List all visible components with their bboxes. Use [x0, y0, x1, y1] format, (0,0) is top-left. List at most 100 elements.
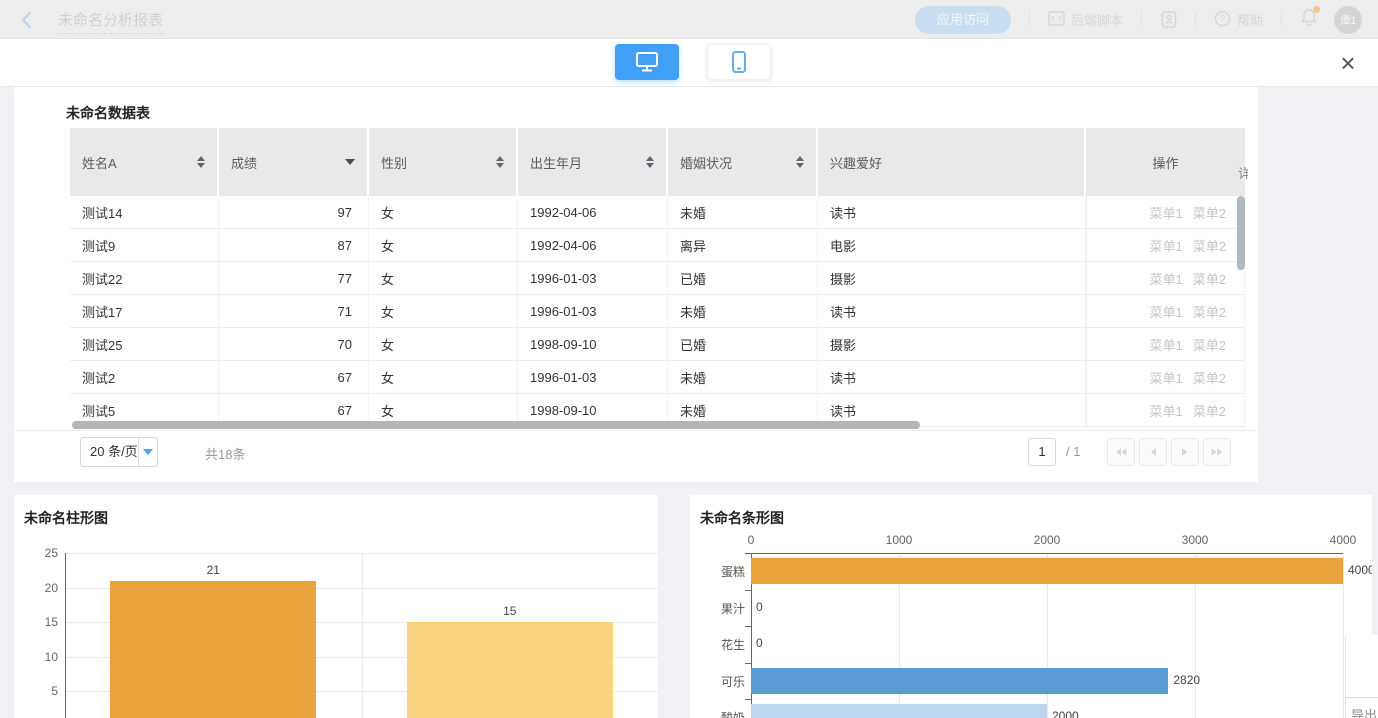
- sort-icon[interactable]: [646, 156, 654, 168]
- row-action-link[interactable]: 菜单1: [1150, 203, 1183, 222]
- row-action-link[interactable]: 菜单1: [1150, 368, 1183, 387]
- row-action-link[interactable]: 菜单2: [1193, 368, 1226, 387]
- vertical-scrollbar[interactable]: [1237, 196, 1245, 270]
- bar-value-label: 2820: [1173, 673, 1200, 687]
- desktop-icon: [635, 51, 659, 73]
- table-title: 未命名数据表: [66, 103, 150, 123]
- cell-birth: 1996-01-03: [518, 295, 668, 327]
- cell-name: 测试9: [70, 229, 219, 261]
- topbar: 未命名分析报表 应用访问 后端脚本 ?: [0, 0, 1378, 39]
- cell-hobby: 读书: [818, 196, 1086, 228]
- notifications-button[interactable]: [1300, 8, 1318, 32]
- row-action-link[interactable]: 菜单2: [1193, 236, 1226, 255]
- sort-icon[interactable]: [197, 156, 205, 168]
- axis-tick: [745, 626, 751, 627]
- first-page-button[interactable]: [1107, 438, 1135, 466]
- column-header[interactable]: 婚姻状况: [668, 128, 818, 196]
- back-icon[interactable]: [18, 10, 38, 30]
- y-tick-label: 10: [28, 650, 58, 664]
- x-tick-label: 4000: [1323, 533, 1363, 547]
- page-number-input[interactable]: 1: [1028, 438, 1056, 466]
- cell-score: 70: [219, 328, 369, 360]
- h-bar[interactable]: [751, 704, 1047, 718]
- sort-icon[interactable]: [796, 156, 804, 168]
- h-bar[interactable]: [751, 558, 1343, 584]
- cell-marital: 已婚: [668, 328, 818, 360]
- bar-value-label: 4000: [1348, 563, 1372, 577]
- column-header[interactable]: 姓名A: [70, 128, 219, 196]
- bar-value-label: 0: [756, 636, 763, 650]
- gridline: [1343, 553, 1344, 718]
- desktop-view-button[interactable]: [615, 44, 679, 80]
- x-tick-label: 2000: [1027, 533, 1067, 547]
- row-action-link[interactable]: 菜单2: [1193, 335, 1226, 354]
- divider: [1029, 12, 1030, 27]
- next-page-button[interactable]: [1171, 438, 1199, 466]
- row-action-link[interactable]: 菜单1: [1150, 236, 1183, 255]
- cell-marital: 未婚: [668, 361, 818, 393]
- cell-name: 测试14: [70, 196, 219, 228]
- y-tick-label: 5: [28, 684, 58, 698]
- pagination-bar: 20 条/页 共18条 1 / 1: [14, 430, 1258, 472]
- page-size-select[interactable]: 20 条/页: [80, 437, 158, 467]
- mobile-view-button[interactable]: [707, 44, 771, 80]
- horizontal-scrollbar[interactable]: [72, 421, 920, 429]
- sort-desc-icon[interactable]: [345, 159, 355, 165]
- row-action-link[interactable]: 菜单2: [1193, 401, 1226, 420]
- column-header-label: 婚姻状况: [680, 153, 732, 172]
- h-bar[interactable]: [751, 668, 1168, 694]
- close-icon[interactable]: ×: [1332, 47, 1364, 79]
- help-button[interactable]: ? 帮助: [1214, 10, 1263, 30]
- row-action-link[interactable]: 菜单2: [1193, 203, 1226, 222]
- column-bar[interactable]: [110, 581, 316, 718]
- sort-icon[interactable]: [496, 156, 504, 168]
- cell-score: 87: [219, 229, 369, 261]
- cell-name: 测试2: [70, 361, 219, 393]
- column-header[interactable]: 兴趣爱好: [818, 128, 1086, 196]
- report-title[interactable]: 未命名分析报表: [58, 9, 163, 34]
- category-label: 蛋糕: [698, 563, 745, 580]
- table-body: 测试1497女1992-04-06未婚读书菜单1菜单2测试987女1992-04…: [70, 196, 1245, 427]
- app-access-button[interactable]: 应用访问: [915, 6, 1011, 34]
- cell-marital: 未婚: [668, 196, 818, 228]
- cell-name: 测试22: [70, 262, 219, 294]
- cell-birth: 1996-01-03: [518, 361, 668, 393]
- axis-tick: [745, 663, 751, 664]
- row-action-link[interactable]: 菜单2: [1193, 302, 1226, 321]
- code-icon: [1048, 11, 1065, 29]
- mobile-icon: [730, 50, 748, 74]
- table-row: 测试987女1992-04-06离异电影菜单1菜单2: [70, 229, 1245, 262]
- cell-birth: 1992-04-06: [518, 229, 668, 261]
- cell-actions: 菜单1 菜单2: [1086, 229, 1245, 261]
- cell-hobby: 读书: [818, 295, 1086, 327]
- row-action-link[interactable]: 菜单1: [1150, 302, 1183, 321]
- bar-value-label: 21: [110, 563, 316, 577]
- bar-chart-widget: 未命名条形图 01000200030004000蛋糕4000果汁0花生0可乐28…: [690, 495, 1372, 718]
- divider: [1195, 12, 1196, 27]
- column-header[interactable]: 操作: [1086, 128, 1245, 196]
- column-header[interactable]: 出生年月: [518, 128, 668, 196]
- row-action-link[interactable]: 菜单2: [1193, 269, 1226, 288]
- notification-dot: [1313, 6, 1320, 13]
- column-header-label: 性别: [381, 153, 407, 172]
- category-label: 花生: [698, 636, 745, 653]
- cell-gender: 女: [369, 229, 518, 261]
- column-header[interactable]: 成绩: [219, 128, 369, 196]
- cell-score: 77: [219, 262, 369, 294]
- row-action-link[interactable]: 菜单1: [1150, 269, 1183, 288]
- x-axis-line: [745, 553, 1343, 554]
- cell-actions: 菜单1 菜单2: [1086, 328, 1245, 360]
- category-label: 果汁: [698, 600, 745, 617]
- column-header[interactable]: 性别: [369, 128, 518, 196]
- first-page-icon: [1115, 447, 1127, 457]
- backend-script-button[interactable]: 后端脚本: [1048, 10, 1123, 29]
- last-page-button[interactable]: [1203, 438, 1231, 466]
- cell-gender: 女: [369, 361, 518, 393]
- avatar[interactable]: 谭1: [1334, 6, 1362, 34]
- row-action-link[interactable]: 菜单1: [1150, 335, 1183, 354]
- contacts-icon[interactable]: [1160, 11, 1177, 28]
- column-bar[interactable]: [407, 622, 613, 718]
- row-action-link[interactable]: 菜单1: [1150, 401, 1183, 420]
- corner-panel-button[interactable]: 导出: [1346, 697, 1378, 718]
- prev-page-button[interactable]: [1139, 438, 1167, 466]
